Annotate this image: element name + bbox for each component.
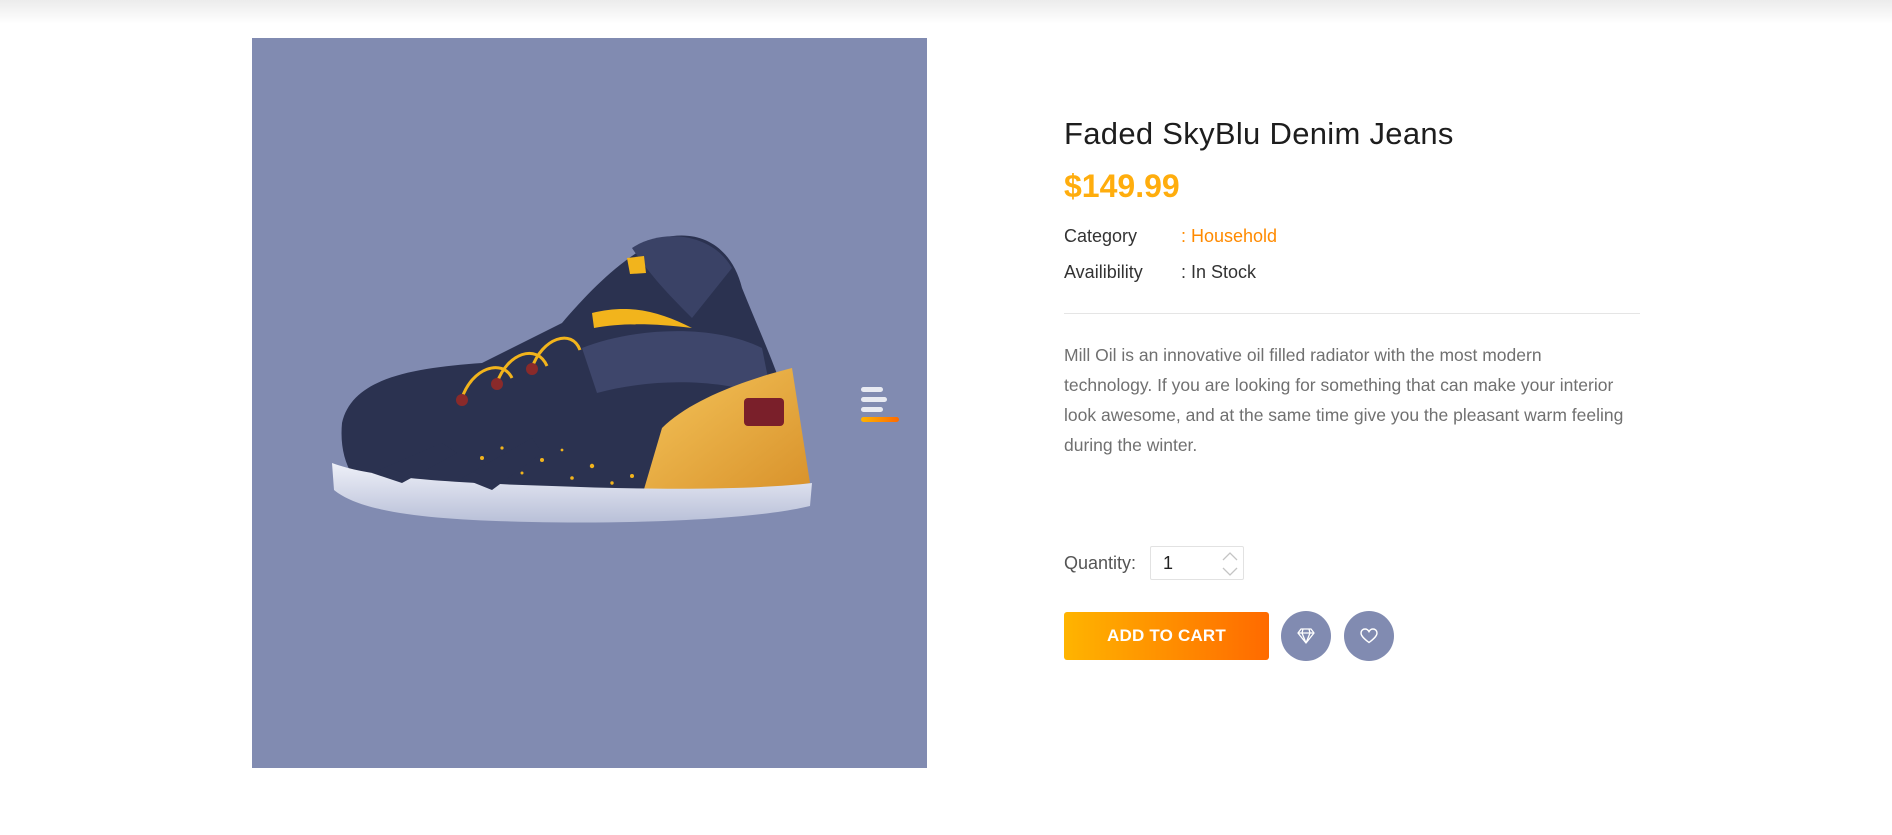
add-to-cart-button[interactable]: ADD TO CART [1064, 612, 1269, 660]
slider-accent-bar [861, 417, 899, 422]
product-price: $149.99 [1064, 168, 1180, 204]
slider-bar [861, 387, 883, 392]
diamond-icon [1297, 628, 1315, 644]
divider [1064, 313, 1640, 314]
product-description: Mill Oil is an innovative oil filled rad… [1064, 345, 1624, 455]
product-image-gallery [252, 38, 927, 768]
quantity-label: Quantity: [1064, 553, 1137, 573]
product-title: Faded SkyBlu Denim Jeans [1064, 116, 1454, 151]
category-row: Category : Household [1064, 226, 1277, 247]
chevron-down-icon[interactable] [1219, 564, 1241, 579]
gallery-slider-nav[interactable] [857, 385, 901, 422]
availability-label: Availibility [1064, 262, 1143, 282]
compare-button[interactable] [1281, 611, 1331, 661]
product-image-sneaker [332, 235, 812, 523]
quantity-input[interactable] [1159, 552, 1217, 574]
availability-value: : In Stock [1181, 262, 1257, 282]
category-link[interactable]: : Household [1181, 226, 1277, 246]
slider-bar [861, 397, 887, 402]
slider-bar [861, 407, 883, 412]
quantity-stepper [1150, 546, 1244, 580]
wishlist-button[interactable] [1344, 611, 1394, 661]
category-label: Category [1064, 226, 1138, 246]
header-shadow [0, 0, 1892, 24]
availability-row: Availibility : In Stock [1064, 262, 1256, 283]
chevron-up-icon[interactable] [1219, 549, 1241, 564]
heart-icon [1360, 628, 1378, 644]
